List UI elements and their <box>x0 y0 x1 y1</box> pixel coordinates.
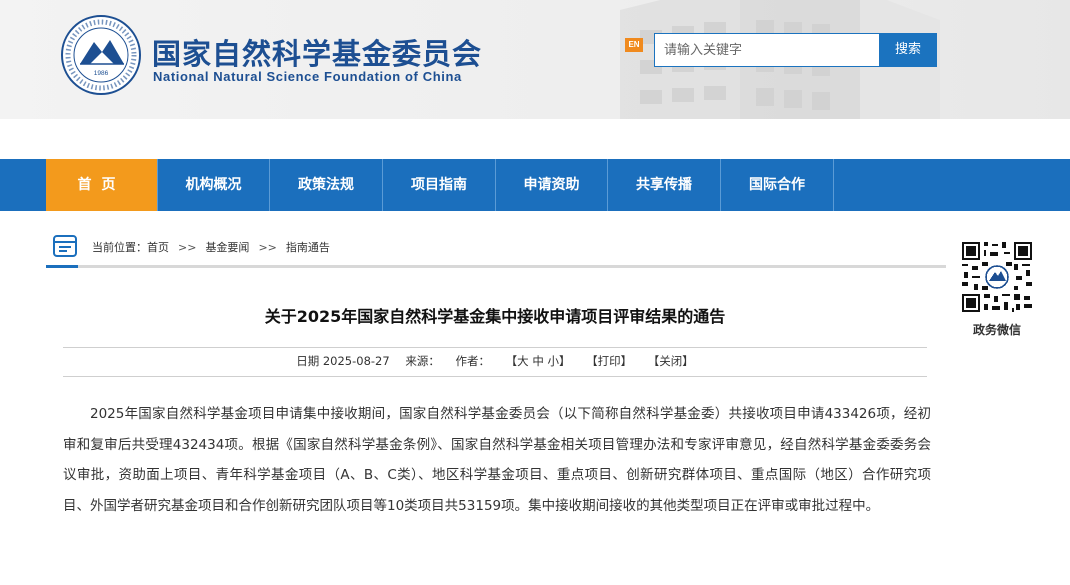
site-title-en[interactable]: National Natural Science Foundation of C… <box>153 69 462 84</box>
article-source: 来源： <box>405 354 440 368</box>
breadcrumb-prefix: 当前位置： <box>92 241 147 254</box>
svg-text:1986: 1986 <box>94 70 109 77</box>
article-date: 日期 2025-08-27 <box>296 354 390 368</box>
english-version-link[interactable]: EN <box>625 38 643 52</box>
article-meta: 日期 2025-08-27 来源： 作者： 【大 中 小】 【打印】 【关闭】 <box>63 353 927 369</box>
site-title-cn[interactable]: 国家自然科学基金委员会 <box>152 31 482 73</box>
article-author: 作者： <box>455 354 491 368</box>
location-icon <box>53 235 77 257</box>
meta-divider-bottom <box>63 376 927 377</box>
nav-item-policy[interactable]: 政策法规 <box>270 159 383 211</box>
breadcrumb-divider <box>46 265 946 268</box>
article-paragraph: 2025年国家自然科学基金项目申请集中接收期间，国家自然科学基金委员会（以下简称… <box>63 406 931 514</box>
breadcrumb-divider-accent <box>46 265 78 268</box>
nav-item-guide[interactable]: 项目指南 <box>383 159 496 211</box>
nsfc-seal-logo: 1986 <box>61 15 141 95</box>
wechat-qr-code <box>960 240 1034 314</box>
breadcrumb-separator: >> <box>258 241 277 254</box>
breadcrumb-notices[interactable]: 指南通告 <box>286 239 330 255</box>
nav-item-home[interactable]: 首页 <box>46 159 157 211</box>
nav-item-apply[interactable]: 申请资助 <box>496 159 608 211</box>
search-button[interactable]: 搜索 <box>879 33 937 67</box>
print-link[interactable]: 【打印】 <box>586 354 632 368</box>
nav-item-about[interactable]: 机构概况 <box>157 159 270 211</box>
breadcrumb-news[interactable]: 基金要闻 <box>205 239 249 255</box>
breadcrumb-separator: >> <box>178 241 197 254</box>
nav-item-share[interactable]: 共享传播 <box>608 159 721 211</box>
article-body: 2025年国家自然科学基金项目申请集中接收期间，国家自然科学基金委员会（以下简称… <box>63 399 931 521</box>
article-title: 关于2025年国家自然科学基金集中接收申请项目评审结果的通告 <box>264 307 726 326</box>
nav-item-international[interactable]: 国际合作 <box>721 159 834 211</box>
close-link[interactable]: 【关闭】 <box>648 354 694 368</box>
site-header: 1986 国家自然科学基金委员会 National Natural Scienc… <box>0 0 1070 119</box>
breadcrumb-home[interactable]: 首页 <box>147 239 169 255</box>
font-size-switch[interactable]: 【大 中 小】 <box>506 354 571 368</box>
search-input[interactable] <box>654 33 880 67</box>
breadcrumb: 当前位置：首页 >> 基金要闻 >> 指南通告 <box>92 239 330 255</box>
qr-label: 政务微信 <box>972 323 1021 337</box>
main-nav: 首页 机构概况 政策法规 项目指南 申请资助 共享传播 国际合作 <box>0 159 1070 211</box>
meta-divider-top <box>63 347 927 348</box>
